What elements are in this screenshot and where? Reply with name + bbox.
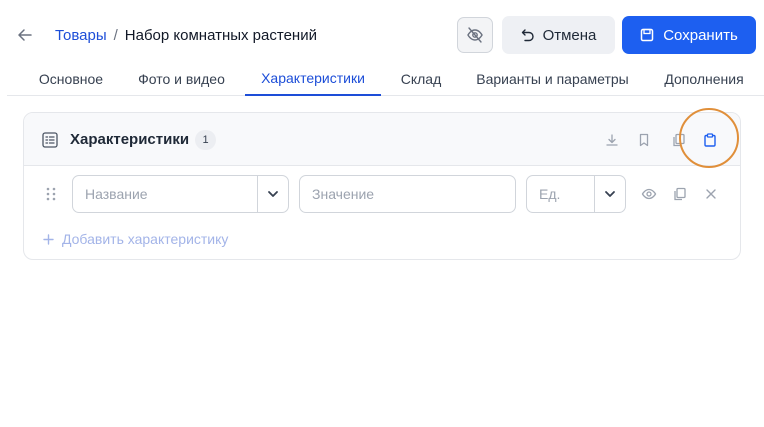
name-select-placeholder: Название — [85, 186, 148, 202]
tab-bar: Основное Фото и видео Характеристики Скл… — [7, 62, 764, 96]
row-copy-button[interactable] — [670, 184, 690, 204]
count-badge: 1 — [195, 130, 216, 150]
bookmark-icon — [639, 133, 649, 147]
save-button[interactable]: Сохранить — [622, 16, 756, 54]
add-characteristic-button[interactable]: Добавить характеристику — [43, 231, 228, 247]
unit-select-placeholder: Ед. — [539, 186, 561, 202]
copy-icon — [674, 187, 686, 201]
section-title: Характеристики — [70, 131, 190, 148]
chevron-down-icon — [605, 191, 615, 197]
chevron-down-icon — [268, 191, 278, 197]
name-select-toggle[interactable] — [257, 176, 288, 212]
toggle-visibility-button[interactable] — [457, 17, 493, 53]
paste-button[interactable] — [700, 130, 720, 150]
unit-select-toggle[interactable] — [594, 176, 625, 212]
cancel-button-label: Отмена — [542, 26, 597, 44]
plus-icon — [43, 233, 54, 245]
tab-warehouse[interactable]: Склад — [394, 62, 448, 96]
breadcrumb-parent-link[interactable]: Товары — [55, 26, 107, 46]
card-header: Характеристики 1 — [24, 113, 740, 166]
copy-section-button[interactable] — [669, 130, 689, 150]
breadcrumb: Товары / Набор комнатных растений — [55, 26, 317, 46]
name-select[interactable]: Название — [72, 175, 289, 213]
list-icon — [42, 132, 58, 148]
page-title: Набор комнатных растений — [124, 27, 317, 44]
undo-icon — [521, 29, 534, 42]
drag-icon[interactable] — [45, 186, 57, 202]
row-visibility-button[interactable] — [639, 184, 659, 204]
tab-main[interactable]: Основное — [27, 62, 115, 96]
cancel-button[interactable]: Отмена — [502, 16, 615, 54]
eye-off-icon — [467, 27, 483, 43]
close-icon — [706, 189, 716, 199]
value-input[interactable] — [299, 175, 516, 213]
tab-variants[interactable]: Варианты и параметры — [467, 62, 638, 96]
add-characteristic-label: Добавить характеристику — [62, 231, 229, 247]
arrow-left-icon — [18, 29, 32, 41]
download-button[interactable] — [602, 130, 622, 150]
page-header: Товары / Набор комнатных растений Отмена… — [0, 0, 764, 70]
back-button[interactable] — [14, 24, 36, 46]
copy-icon — [673, 133, 685, 147]
breadcrumb-separator: / — [113, 27, 118, 44]
bookmark-button[interactable] — [634, 130, 654, 150]
tab-addons[interactable]: Дополнения — [654, 62, 754, 96]
eye-icon — [641, 188, 657, 200]
save-icon — [640, 28, 654, 42]
row-delete-button[interactable] — [701, 184, 721, 204]
save-button-label: Сохранить — [663, 26, 738, 44]
tab-characteristics[interactable]: Характеристики — [245, 62, 381, 96]
unit-select[interactable]: Ед. — [526, 175, 626, 213]
tab-photo-video[interactable]: Фото и видео — [128, 62, 235, 96]
download-icon — [606, 134, 618, 146]
clipboard-icon — [704, 133, 716, 147]
